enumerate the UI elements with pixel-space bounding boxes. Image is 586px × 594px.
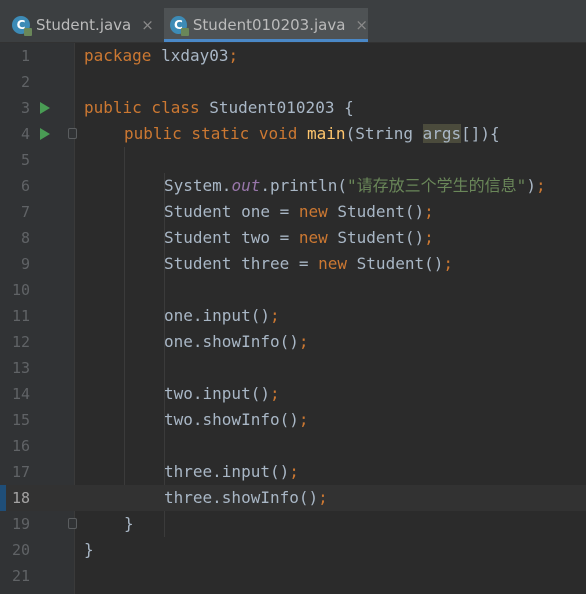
- line-number: 12: [11, 333, 30, 351]
- line-number: 20: [11, 541, 30, 559]
- code-text: three.showInfo();: [164, 488, 328, 507]
- line-number: 4: [20, 125, 30, 143]
- code-line: 4 public static void main(String args[])…: [0, 121, 586, 147]
- code-text: }: [84, 540, 94, 559]
- line-number: 8: [20, 229, 30, 247]
- code-text: Student three = new Student();: [164, 254, 453, 273]
- code-line: 17 three.input();: [0, 459, 586, 485]
- code-line: 12 one.showInfo();: [0, 329, 586, 355]
- run-icon[interactable]: [40, 128, 50, 140]
- code-line: 21: [0, 563, 586, 589]
- line-number: 1: [20, 47, 30, 65]
- code-text: public static void main(String args[]){: [124, 124, 500, 143]
- code-text: }: [124, 514, 134, 533]
- line-number: 17: [11, 463, 30, 481]
- line-number: 2: [20, 73, 30, 91]
- fold-icon[interactable]: [68, 128, 77, 139]
- line-number: 18: [11, 489, 30, 507]
- line-number: 9: [20, 255, 30, 273]
- fold-icon[interactable]: [68, 518, 77, 529]
- code-line: 5: [0, 147, 586, 173]
- line-number: 11: [11, 307, 30, 325]
- code-line: 8 Student two = new Student();: [0, 225, 586, 251]
- line-number: 6: [20, 177, 30, 195]
- code-text: Student two = new Student();: [164, 228, 434, 247]
- class-icon: C: [170, 16, 189, 36]
- line-number: 14: [11, 385, 30, 403]
- tab-student010203-java[interactable]: C Student010203.java ×: [164, 8, 368, 42]
- code-line: 13: [0, 355, 586, 381]
- line-number: 7: [20, 203, 30, 221]
- code-text: package lxday03;: [84, 46, 239, 65]
- code-line: 20 }: [0, 537, 586, 563]
- tab-label: Student010203.java: [192, 16, 346, 34]
- line-number: 16: [11, 437, 30, 455]
- code-line: 11 one.input();: [0, 303, 586, 329]
- code-line: 2: [0, 69, 586, 95]
- code-line: 7 Student one = new Student();: [0, 199, 586, 225]
- code-line: 10: [0, 277, 586, 303]
- code-text: two.showInfo();: [164, 410, 309, 429]
- line-number: 5: [20, 151, 30, 169]
- line-number: 21: [11, 567, 30, 585]
- code-line: 6 System.out.println("请存放三个学生的信息");: [0, 173, 586, 199]
- class-icon: C: [12, 16, 32, 36]
- run-icon[interactable]: [40, 102, 50, 114]
- current-code-line: 18 three.showInfo();: [0, 485, 586, 511]
- code-line: 3 public class Student010203 {: [0, 95, 586, 121]
- line-number: 10: [11, 281, 30, 299]
- code-line: 19 }: [0, 511, 586, 537]
- close-icon[interactable]: ×: [355, 16, 368, 34]
- code-line: 9 Student three = new Student();: [0, 251, 586, 277]
- code-line: 14 two.input();: [0, 381, 586, 407]
- tab-student-java[interactable]: C Student.java ×: [12, 8, 158, 42]
- line-number: 19: [11, 515, 30, 533]
- code-line: 15 two.showInfo();: [0, 407, 586, 433]
- code-line: 1 package lxday03;: [0, 43, 586, 69]
- editor-tab-bar: C Student.java × C Student010203.java ×: [0, 0, 586, 43]
- code-line: 16: [0, 433, 586, 459]
- line-number: 13: [11, 359, 30, 377]
- code-editor[interactable]: 1 package lxday03; 2 3 public class Stud…: [0, 43, 586, 594]
- code-text: public class Student010203 {: [84, 98, 354, 117]
- code-text: one.showInfo();: [164, 332, 309, 351]
- tab-label: Student.java: [36, 16, 132, 34]
- code-text: three.input();: [164, 462, 299, 481]
- close-icon[interactable]: ×: [141, 16, 154, 34]
- code-text: two.input();: [164, 384, 280, 403]
- code-text: System.out.println("请存放三个学生的信息");: [164, 176, 546, 195]
- line-number: 15: [11, 411, 30, 429]
- line-number: 3: [20, 99, 30, 117]
- code-text: Student one = new Student();: [164, 202, 434, 221]
- code-text: one.input();: [164, 306, 280, 325]
